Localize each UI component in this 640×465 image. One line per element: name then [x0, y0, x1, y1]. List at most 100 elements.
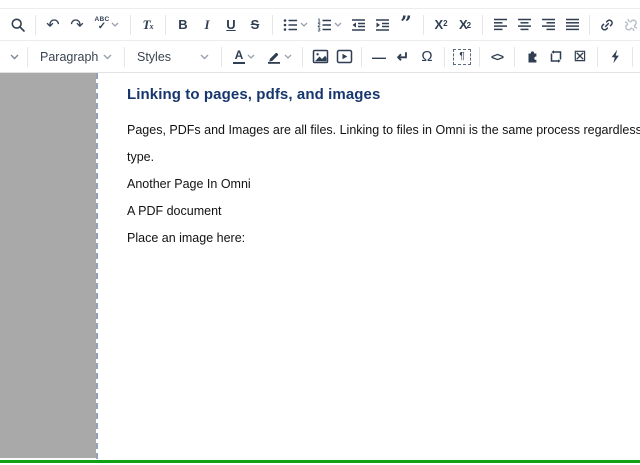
link-icon — [599, 17, 615, 33]
horizontal-line-icon: — — [372, 49, 386, 65]
chevron-down-icon — [247, 54, 255, 59]
editor-content-area: Linking to pages, pdfs, and images Pages… — [0, 73, 640, 459]
indent-button[interactable] — [370, 13, 394, 37]
chevron-down-icon — [284, 54, 292, 59]
blockquote-button[interactable]: ” — [394, 13, 418, 37]
styles-dropdown[interactable]: Styles — [130, 44, 216, 70]
separator — [272, 15, 273, 35]
separator — [514, 47, 515, 67]
remove-format-button[interactable]: Tx — [136, 13, 160, 37]
chevron-down-icon — [200, 54, 209, 60]
align-center-button[interactable] — [512, 13, 536, 37]
separator — [589, 15, 590, 35]
separator — [302, 47, 303, 67]
select-all-icon: ¶ — [453, 49, 471, 65]
chevron-down-icon — [334, 22, 342, 27]
plugin-button[interactable] — [520, 45, 544, 69]
strikethrough-icon: S — [251, 17, 260, 32]
paragraph-format-dropdown[interactable]: Paragraph — [33, 44, 119, 70]
separator — [479, 47, 480, 67]
indent-icon — [375, 18, 390, 32]
unlink-button[interactable] — [619, 13, 640, 37]
justify-icon — [565, 18, 580, 31]
chevron-down-icon — [111, 22, 119, 27]
macro-button[interactable] — [603, 45, 627, 69]
unlink-icon — [623, 17, 639, 33]
special-character-button[interactable]: Ω — [415, 45, 439, 69]
outdent-icon — [351, 18, 366, 32]
spellcheck-button[interactable]: ABC ✓ — [89, 13, 125, 37]
separator — [130, 15, 131, 35]
subscript-icon: X2 — [459, 17, 471, 32]
editor-window: ↶ ↷ ABC ✓ Tx B I — [0, 0, 640, 465]
status-green-bar — [0, 460, 640, 463]
image-icon — [312, 49, 329, 64]
separator — [444, 47, 445, 67]
separator — [597, 47, 598, 67]
paragraph-place-image: Place an image here: — [127, 227, 640, 250]
insert-image-button[interactable] — [308, 45, 332, 69]
page-heading: Linking to pages, pdfs, and images — [127, 86, 640, 103]
styles-label: Styles — [137, 50, 171, 64]
italic-icon: I — [204, 17, 209, 33]
undo-icon: ↶ — [46, 15, 59, 35]
subscript-button[interactable]: X2 — [453, 13, 477, 37]
link-text-another-page[interactable]: Another Page In Omni — [127, 173, 640, 196]
separator — [423, 15, 424, 35]
superscript-button[interactable]: X2 — [429, 13, 453, 37]
bulleted-list-button[interactable] — [278, 13, 312, 37]
outdent-button[interactable] — [346, 13, 370, 37]
link-button[interactable] — [595, 13, 619, 37]
search-icon — [10, 17, 26, 33]
underline-button[interactable]: U — [219, 13, 243, 37]
italic-button[interactable]: I — [195, 13, 219, 37]
chevron-down-icon — [10, 54, 19, 60]
align-left-button[interactable] — [488, 13, 512, 37]
box-x-icon: ⊠ — [573, 49, 586, 65]
underline-icon: U — [226, 17, 235, 32]
bold-button[interactable]: B — [171, 13, 195, 37]
overflow-dropdown-button[interactable] — [6, 45, 22, 69]
horizontal-line-button[interactable]: — — [367, 45, 391, 69]
insert-media-button[interactable] — [332, 45, 356, 69]
source-code-icon: <> — [491, 50, 503, 64]
crop-button[interactable] — [544, 45, 568, 69]
numbered-list-icon: 123 — [317, 18, 332, 32]
toolbar-row-2: Paragraph Styles A — [0, 41, 640, 73]
separator — [27, 47, 28, 67]
embed-button[interactable]: ⊠ — [568, 45, 592, 69]
remove-format-icon: Tx — [143, 17, 154, 33]
enter-arrow-icon: ↵ — [397, 48, 410, 66]
line-break-button[interactable]: ↵ — [391, 45, 415, 69]
redo-button[interactable]: ↷ — [65, 13, 89, 37]
source-code-button[interactable]: <> — [485, 45, 509, 69]
align-right-icon — [541, 18, 556, 31]
separator — [482, 15, 483, 35]
text-color-icon: A — [233, 49, 245, 64]
find-button[interactable] — [6, 13, 30, 37]
strikethrough-button[interactable]: S — [243, 13, 267, 37]
paragraph-format-label: Paragraph — [40, 50, 98, 64]
numbered-list-button[interactable]: 123 — [312, 13, 346, 37]
separator — [124, 47, 125, 67]
select-all-button[interactable]: ¶ — [450, 45, 474, 69]
separator — [35, 15, 36, 35]
editable-page-region[interactable]: Linking to pages, pdfs, and images Pages… — [96, 73, 640, 459]
highlight-button[interactable] — [261, 45, 297, 69]
redo-icon: ↷ — [70, 15, 83, 35]
spellcheck-icon: ABC ✓ — [95, 17, 110, 33]
paragraph-intro-line1: Pages, PDFs and Images are all files. Li… — [127, 119, 640, 142]
text-color-button[interactable]: A — [227, 45, 261, 69]
editor-toolbar: ↶ ↷ ABC ✓ Tx B I — [0, 8, 640, 73]
align-right-button[interactable] — [536, 13, 560, 37]
superscript-icon: X2 — [434, 17, 447, 32]
link-text-pdf-document[interactable]: A PDF document — [127, 200, 640, 223]
undo-button[interactable]: ↶ — [41, 13, 65, 37]
toolbar-row-1: ↶ ↷ ABC ✓ Tx B I — [0, 9, 640, 41]
justify-button[interactable] — [560, 13, 584, 37]
paragraph-intro-line2: type. — [127, 146, 640, 169]
separator — [632, 47, 633, 67]
separator — [165, 15, 166, 35]
separator — [361, 47, 362, 67]
bulleted-list-icon — [283, 18, 298, 32]
